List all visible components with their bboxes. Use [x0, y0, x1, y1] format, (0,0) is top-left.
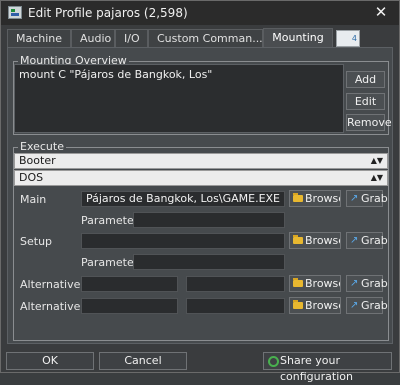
dos-select[interactable]: DOS ▲▼	[14, 170, 388, 186]
alternative-1-executable-input[interactable]	[81, 276, 178, 292]
alternative-2-browse-label: Browse...	[305, 299, 340, 312]
mounting-tab-panel: Mounting Overview mount C "Pájaros de Ba…	[7, 47, 393, 344]
folder-icon	[293, 278, 303, 287]
alternative-1-grab-label: Grab	[361, 277, 388, 290]
share-configuration-button[interactable]: Share your configuration	[263, 352, 392, 383]
share-configuration-label: Share your configuration	[280, 354, 353, 383]
tab-machine[interactable]: Machine	[7, 29, 71, 48]
edit-button[interactable]: Edit	[346, 93, 385, 110]
alternative-1-browse-button[interactable]: Browse...	[289, 275, 341, 292]
alternative-2-executable-input[interactable]	[81, 298, 178, 314]
mounting-overview-group: Mounting Overview mount C "Pájaros de Ba…	[13, 54, 392, 135]
grab-icon: ↗	[350, 278, 359, 289]
grab-icon: ↗	[350, 193, 359, 204]
tab-overflow-label: 4	[351, 34, 357, 43]
alternative-2-browse-button[interactable]: Browse...	[289, 297, 341, 314]
execute-title: Execute	[18, 140, 66, 153]
folder-icon	[293, 193, 303, 202]
tab-overflow-indicator[interactable]: 4	[336, 30, 360, 47]
share-icon	[268, 356, 279, 367]
main-parameters-input[interactable]	[133, 212, 285, 228]
alternative-2-grab-label: Grab	[361, 299, 388, 312]
alternative-2-parameters-input[interactable]	[186, 298, 285, 314]
booter-select[interactable]: Booter ▲▼	[14, 153, 388, 169]
grab-icon: ↗	[350, 300, 359, 311]
tab-audio[interactable]: Audio	[71, 29, 115, 48]
mount-entry[interactable]: mount C "Pájaros de Bangkok, Los"	[19, 68, 339, 81]
execute-group: Execute Booter ▲▼ DOS ▲▼ Main Pájaros de…	[13, 140, 389, 341]
alternative-1-parameters-input[interactable]	[186, 276, 285, 292]
setup-grab-button[interactable]: ↗ Grab	[346, 232, 388, 249]
ok-button[interactable]: OK	[6, 352, 94, 370]
app-icon	[8, 6, 22, 19]
setup-executable-input[interactable]	[81, 233, 285, 249]
setup-parameters-input[interactable]	[133, 254, 285, 270]
window-title: Edit Profile pajaros (2,598)	[28, 6, 188, 20]
main-browse-button[interactable]: Browse...	[289, 190, 341, 207]
alternative-1-browse-label: Browse...	[305, 277, 340, 290]
alternative-2-grab-button[interactable]: ↗ Grab	[346, 297, 388, 314]
cancel-button[interactable]: Cancel	[99, 352, 187, 370]
tab-bar: Machine Audio I/O Custom Comman... Mount…	[7, 28, 360, 48]
dos-select-arrow-icon: ▲▼	[370, 173, 383, 182]
title-bar: Edit Profile pajaros (2,598) ✕	[1, 1, 399, 25]
setup-grab-label: Grab	[361, 234, 388, 247]
main-label: Main	[20, 193, 47, 206]
remove-button[interactable]: Remove	[346, 114, 392, 131]
booter-select-value: Booter	[19, 154, 56, 167]
main-grab-label: Grab	[361, 192, 388, 205]
edit-profile-dialog: Edit Profile pajaros (2,598) ✕ Machine A…	[0, 0, 400, 383]
close-button[interactable]: ✕	[373, 4, 389, 20]
add-button[interactable]: Add	[346, 71, 385, 88]
tab-io[interactable]: I/O	[115, 29, 148, 48]
setup-label: Setup	[20, 235, 53, 248]
main-browse-label: Browse...	[305, 192, 340, 205]
main-grab-button[interactable]: ↗ Grab	[346, 190, 388, 207]
tab-mounting[interactable]: Mounting	[263, 28, 333, 48]
main-executable-input[interactable]: Pájaros de Bangkok, Los\GAME.EXE	[81, 191, 285, 207]
dos-select-value: DOS	[19, 171, 44, 184]
booter-select-arrow-icon: ▲▼	[370, 156, 383, 165]
setup-browse-label: Browse...	[305, 234, 340, 247]
folder-icon	[293, 300, 303, 309]
grab-icon: ↗	[350, 235, 359, 246]
alternative-1-grab-button[interactable]: ↗ Grab	[346, 275, 388, 292]
tab-custom-commands[interactable]: Custom Comman...	[148, 29, 263, 48]
folder-icon	[293, 235, 303, 244]
setup-browse-button[interactable]: Browse...	[289, 232, 341, 249]
mount-list[interactable]: mount C "Pájaros de Bangkok, Los"	[14, 64, 344, 133]
